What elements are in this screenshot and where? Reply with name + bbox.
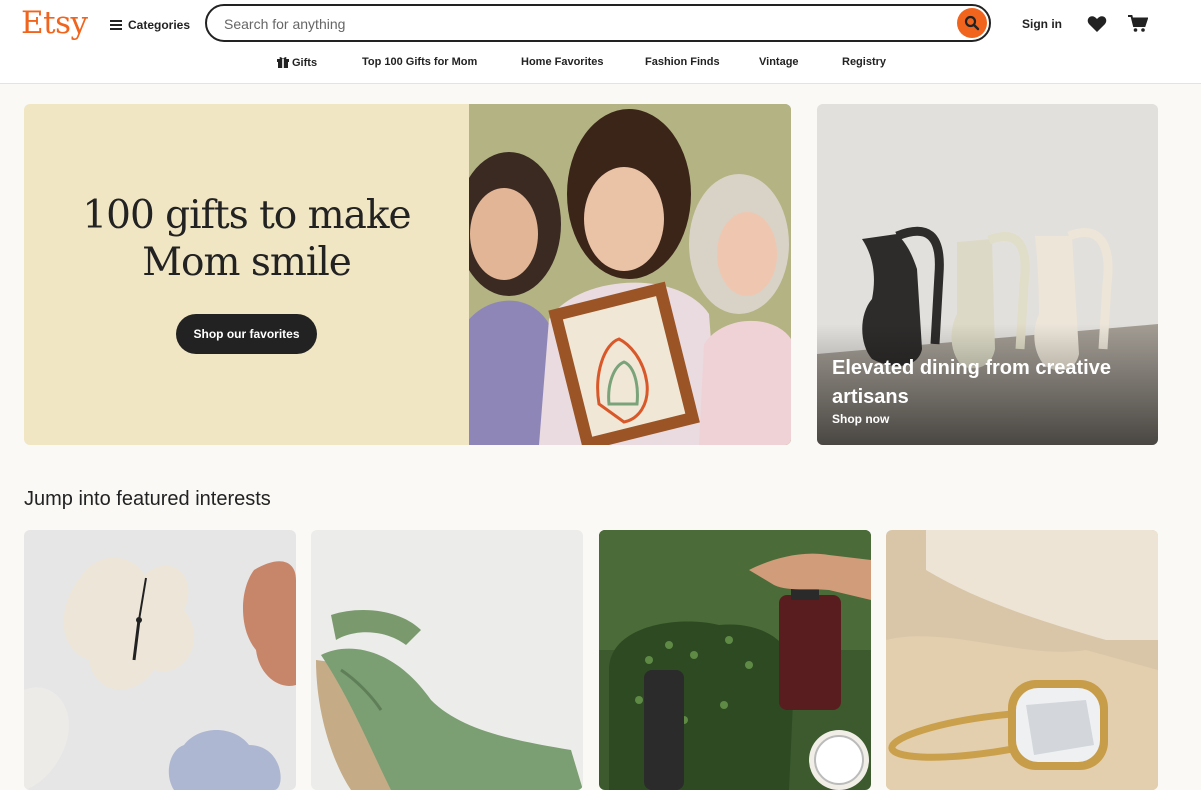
promo-title: Elevated dining from creative artisans [832, 357, 1111, 408]
hero-photo [457, 104, 791, 445]
hero-title-line: Mom smile [142, 240, 352, 285]
site-header: Etsy Categories Sign in Gifts [0, 0, 1201, 84]
shoes-photo [311, 530, 583, 790]
nav-item-home-favorites[interactable]: Home Favorites [521, 56, 604, 68]
nav-item-registry[interactable]: Registry [842, 56, 886, 68]
plants-photo [599, 530, 871, 790]
nav-item-top-100-gifts[interactable]: Top 100 Gifts for Mom [362, 56, 477, 68]
hero-title-line: 100 gifts to make [82, 193, 411, 238]
nav-item-label: Gifts [292, 57, 318, 69]
hero-banner[interactable]: 100 gifts to make Mom smile Shop our fav… [24, 104, 791, 445]
nav-item-vintage[interactable]: Vintage [759, 56, 799, 68]
search-button[interactable] [957, 8, 987, 38]
heart-icon[interactable] [1087, 15, 1107, 33]
hero-photo-illustration [457, 104, 791, 445]
search-bar [205, 4, 991, 42]
categories-button[interactable]: Categories [110, 15, 190, 35]
search-input[interactable] [222, 6, 926, 42]
shop-favorites-button[interactable]: Shop our favorites [176, 314, 317, 354]
category-nav: Gifts Top 100 Gifts for Mom Home Favorit… [0, 56, 1201, 72]
menu-icon [110, 20, 122, 30]
promo-card-dining[interactable]: Elevated dining from creative artisans S… [817, 104, 1158, 445]
hero-title: 100 gifts to make Mom smile [24, 192, 469, 286]
sign-in-link[interactable]: Sign in [1022, 17, 1062, 31]
clocks-photo [24, 530, 296, 790]
nav-item-fashion-finds[interactable]: Fashion Finds [645, 56, 720, 68]
search-icon [964, 15, 980, 31]
interest-card-shoes[interactable] [311, 530, 583, 790]
interest-card-plants[interactable] [599, 530, 871, 790]
gift-icon [277, 57, 289, 68]
shop-now-link[interactable]: Shop now [832, 412, 889, 426]
interest-card-clocks[interactable] [24, 530, 296, 790]
interest-card-rings[interactable] [886, 530, 1158, 790]
nav-item-gifts[interactable]: Gifts [277, 56, 317, 69]
categories-label: Categories [128, 18, 191, 32]
rings-photo [886, 530, 1158, 790]
etsy-logo[interactable]: Etsy [21, 5, 88, 41]
cart-icon[interactable] [1128, 14, 1148, 33]
section-title: Jump into featured interests [24, 488, 271, 510]
